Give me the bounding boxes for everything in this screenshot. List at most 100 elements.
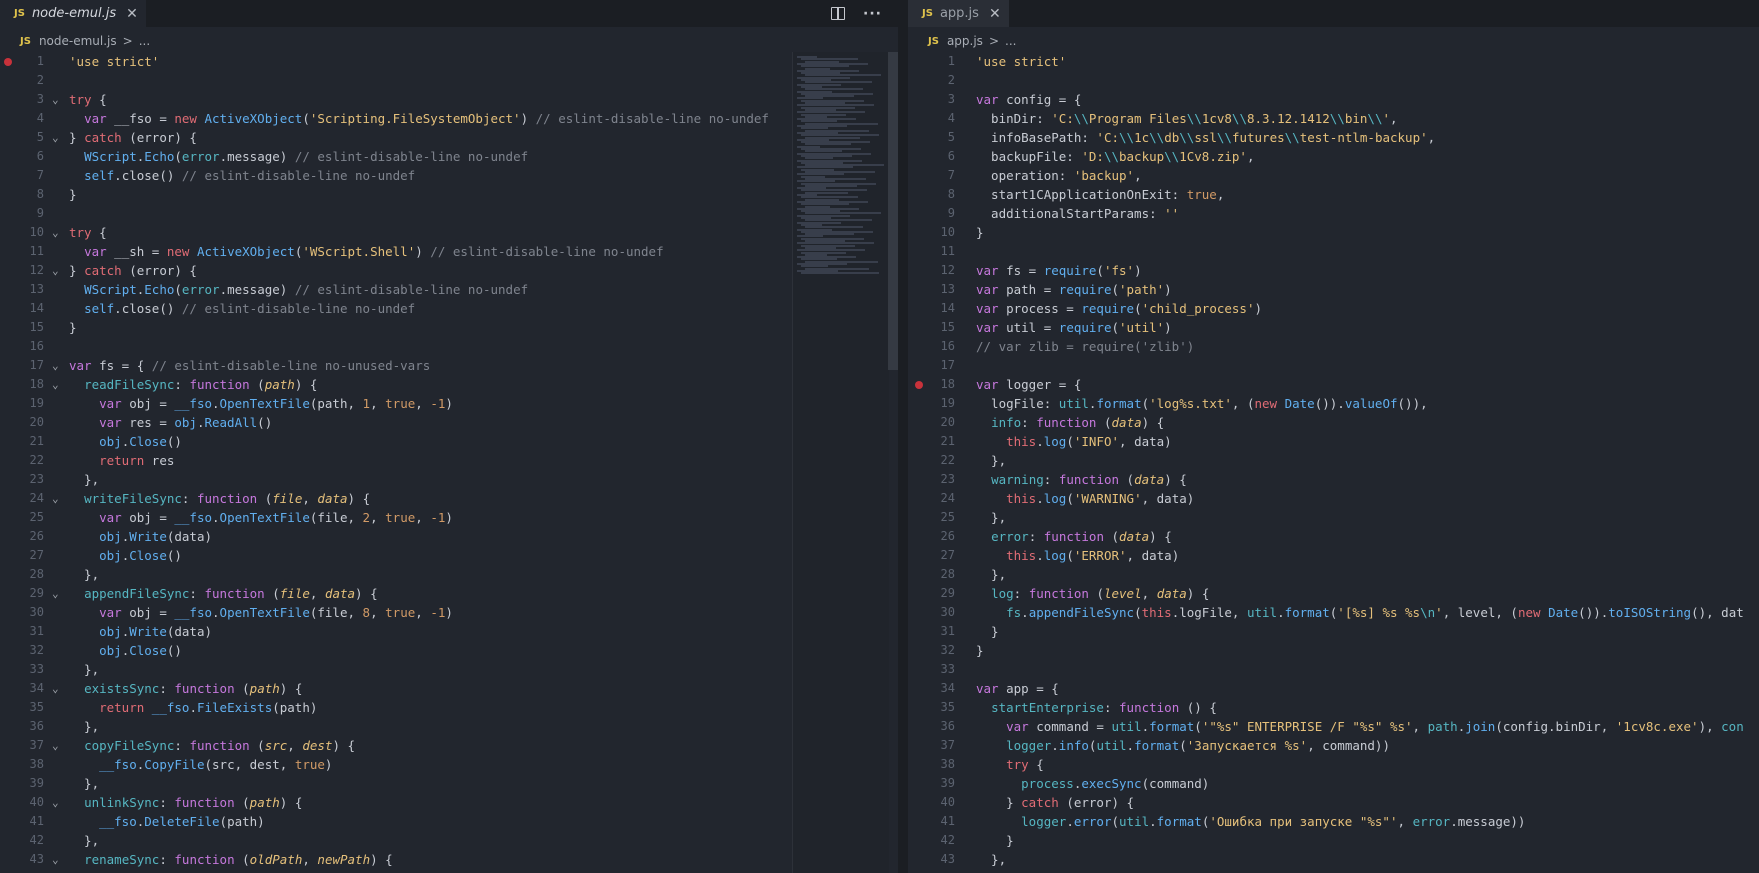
code-line[interactable]: 24 ⌄ writeFileSync: function (file, data)… <box>0 489 898 508</box>
code-line[interactable]: 3 var config = { <box>908 90 1759 109</box>
code-line[interactable]: 32} <box>908 641 1759 660</box>
code-line[interactable]: 1 'use strict' <box>908 52 1759 71</box>
code-line[interactable]: 34 ⌄ existsSync: function (path) { <box>0 679 898 698</box>
code-line[interactable]: 37 logger.info(util.format('Запускается … <box>908 736 1759 755</box>
code-line[interactable]: 38 __fso.CopyFile(src, dest, true) <box>0 755 898 774</box>
code-line[interactable]: 30 fs.appendFileSync(this.logFile, util.… <box>908 603 1759 622</box>
code-line[interactable]: 25 }, <box>908 508 1759 527</box>
code-line[interactable]: 5 infoBasePath: 'C:\\1c\\db\\ssl\\future… <box>908 128 1759 147</box>
code-line[interactable]: 41 logger.error(util.format('Ошибка при … <box>908 812 1759 831</box>
code-line[interactable]: 28 }, <box>908 565 1759 584</box>
code-line[interactable]: 6 WScript.Echo(error.message) // eslint-… <box>0 147 898 166</box>
code-line[interactable]: 13 WScript.Echo(error.message) // eslint… <box>0 280 898 299</box>
fold-chevron-icon[interactable]: ⌄ <box>52 736 59 755</box>
code-line[interactable]: 43 }, <box>908 850 1759 869</box>
code-line[interactable]: 28 }, <box>0 565 898 584</box>
tab-node-emul[interactable]: JS node-emul.js ✕ <box>0 0 146 27</box>
fold-chevron-icon[interactable]: ⌄ <box>52 679 59 698</box>
code-line[interactable]: 8 start1CApplicationOnExit: true, <box>908 185 1759 204</box>
code-line[interactable]: 19 var obj = __fso.OpenTextFile(path, 1,… <box>0 394 898 413</box>
code-line[interactable]: 9 <box>0 204 898 223</box>
fold-chevron-icon[interactable]: ⌄ <box>52 793 59 812</box>
fold-chevron-icon[interactable]: ⌄ <box>52 356 59 375</box>
code-line[interactable]: 10 ⌄ try { <box>0 223 898 242</box>
code-line[interactable]: 24 this.log('WARNING', data) <box>908 489 1759 508</box>
code-line[interactable]: 43 ⌄ renameSync: function (oldPath, newPa… <box>0 850 898 869</box>
code-line[interactable]: 40 } catch (error) { <box>908 793 1759 812</box>
code-line[interactable]: 11 var __sh = new ActiveXObject('WScript… <box>0 242 898 261</box>
code-line[interactable]: 6 backupFile: 'D:\\backup\\1Cv8.zip', <box>908 147 1759 166</box>
code-line[interactable]: 3 ⌄ try { <box>0 90 898 109</box>
code-line[interactable]: 27 obj.Close() <box>0 546 898 565</box>
code-line[interactable]: 15 var util = require('util') <box>908 318 1759 337</box>
code-line[interactable]: 9 additionalStartParams: '' <box>908 204 1759 223</box>
code-line[interactable]: 7 operation: 'backup', <box>908 166 1759 185</box>
code-line[interactable]: 33 }, <box>0 660 898 679</box>
code-line[interactable]: 25 var obj = __fso.OpenTextFile(file, 2,… <box>0 508 898 527</box>
code-line[interactable]: 14 self.close() // eslint-disable-line n… <box>0 299 898 318</box>
code-line[interactable]: 12 var fs = require('fs') <box>908 261 1759 280</box>
close-icon[interactable]: ✕ <box>126 6 138 22</box>
code-line[interactable]: 17 ⌄ var fs = { // eslint-disable-line no-… <box>0 356 898 375</box>
code-line[interactable]: 39 process.execSync(command) <box>908 774 1759 793</box>
code-line[interactable]: 22 return res <box>0 451 898 470</box>
code-line[interactable]: 18 ⌄ readFileSync: function (path) { <box>0 375 898 394</box>
vertical-scrollbar[interactable] <box>888 52 898 370</box>
split-editor-icon[interactable] <box>831 7 846 20</box>
code-line[interactable]: 4 binDir: 'C:\\Program Files\\1cv8\\8.3.… <box>908 109 1759 128</box>
more-actions-icon[interactable]: ··· <box>863 6 882 22</box>
breadcrumb-symbols[interactable]: ... <box>139 34 150 48</box>
code-line[interactable]: 39 }, <box>0 774 898 793</box>
code-line[interactable]: 5 ⌄} catch (error) { <box>0 128 898 147</box>
code-line[interactable]: 20 info: function (data) { <box>908 413 1759 432</box>
code-line[interactable]: 31 } <box>908 622 1759 641</box>
code-line[interactable]: 33 <box>908 660 1759 679</box>
fold-chevron-icon[interactable]: ⌄ <box>52 223 59 242</box>
code-line[interactable]: 16 // var zlib = require('zlib') <box>908 337 1759 356</box>
code-line[interactable]: 35 return __fso.FileExists(path) <box>0 698 898 717</box>
code-line[interactable]: 22 }, <box>908 451 1759 470</box>
code-line[interactable]: 30 var obj = __fso.OpenTextFile(file, 8,… <box>0 603 898 622</box>
code-line[interactable]: 36 }, <box>0 717 898 736</box>
fold-chevron-icon[interactable]: ⌄ <box>52 489 59 508</box>
breadcrumb-symbols[interactable]: ... <box>1005 34 1016 48</box>
code-line[interactable]: 11 <box>908 242 1759 261</box>
code-line[interactable]: 4 var __fso = new ActiveXObject('Scripti… <box>0 109 898 128</box>
code-line[interactable]: 16 <box>0 337 898 356</box>
code-line[interactable]: 23 }, <box>0 470 898 489</box>
code-line[interactable]: 26 obj.Write(data) <box>0 527 898 546</box>
code-line[interactable]: 27 this.log('ERROR', data) <box>908 546 1759 565</box>
code-line[interactable]: 41 __fso.DeleteFile(path) <box>0 812 898 831</box>
code-line[interactable]: 31 obj.Write(data) <box>0 622 898 641</box>
code-line[interactable]: 2 <box>908 71 1759 90</box>
code-line[interactable]: 18 var logger = { <box>908 375 1759 394</box>
fold-chevron-icon[interactable]: ⌄ <box>52 261 59 280</box>
fold-chevron-icon[interactable]: ⌄ <box>52 375 59 394</box>
code-line[interactable]: 14 var process = require('child_process') <box>908 299 1759 318</box>
code-line[interactable]: 38 try { <box>908 755 1759 774</box>
code-line[interactable]: 10} <box>908 223 1759 242</box>
code-line[interactable]: 8} <box>0 185 898 204</box>
code-line[interactable]: 19 logFile: util.format('log%s.txt', (ne… <box>908 394 1759 413</box>
fold-chevron-icon[interactable]: ⌄ <box>52 850 59 869</box>
code-line[interactable]: 29 ⌄ appendFileSync: function (file, data… <box>0 584 898 603</box>
code-line[interactable]: 7 self.close() // eslint-disable-line no… <box>0 166 898 185</box>
fold-chevron-icon[interactable]: ⌄ <box>52 584 59 603</box>
code-line[interactable]: 35 startEnterprise: function () { <box>908 698 1759 717</box>
code-line[interactable]: 20 var res = obj.ReadAll() <box>0 413 898 432</box>
code-line[interactable]: 15} <box>0 318 898 337</box>
breadcrumb-file[interactable]: app.js <box>947 34 983 48</box>
code-line[interactable]: 12 ⌄} catch (error) { <box>0 261 898 280</box>
code-line[interactable]: 1 'use strict' <box>0 52 898 71</box>
tab-app[interactable]: JS app.js ✕ <box>908 0 1009 27</box>
fold-chevron-icon[interactable]: ⌄ <box>52 128 59 147</box>
code-line[interactable]: 32 obj.Close() <box>0 641 898 660</box>
code-line[interactable]: 21 obj.Close() <box>0 432 898 451</box>
code-line[interactable]: 23 warning: function (data) { <box>908 470 1759 489</box>
code-line[interactable]: 2 <box>0 71 898 90</box>
code-line[interactable]: 34 var app = { <box>908 679 1759 698</box>
minimap[interactable] <box>792 52 889 873</box>
breadcrumb-file[interactable]: node-emul.js <box>39 34 117 48</box>
split-divider[interactable] <box>898 0 908 873</box>
code-line[interactable]: 42 }, <box>0 831 898 850</box>
